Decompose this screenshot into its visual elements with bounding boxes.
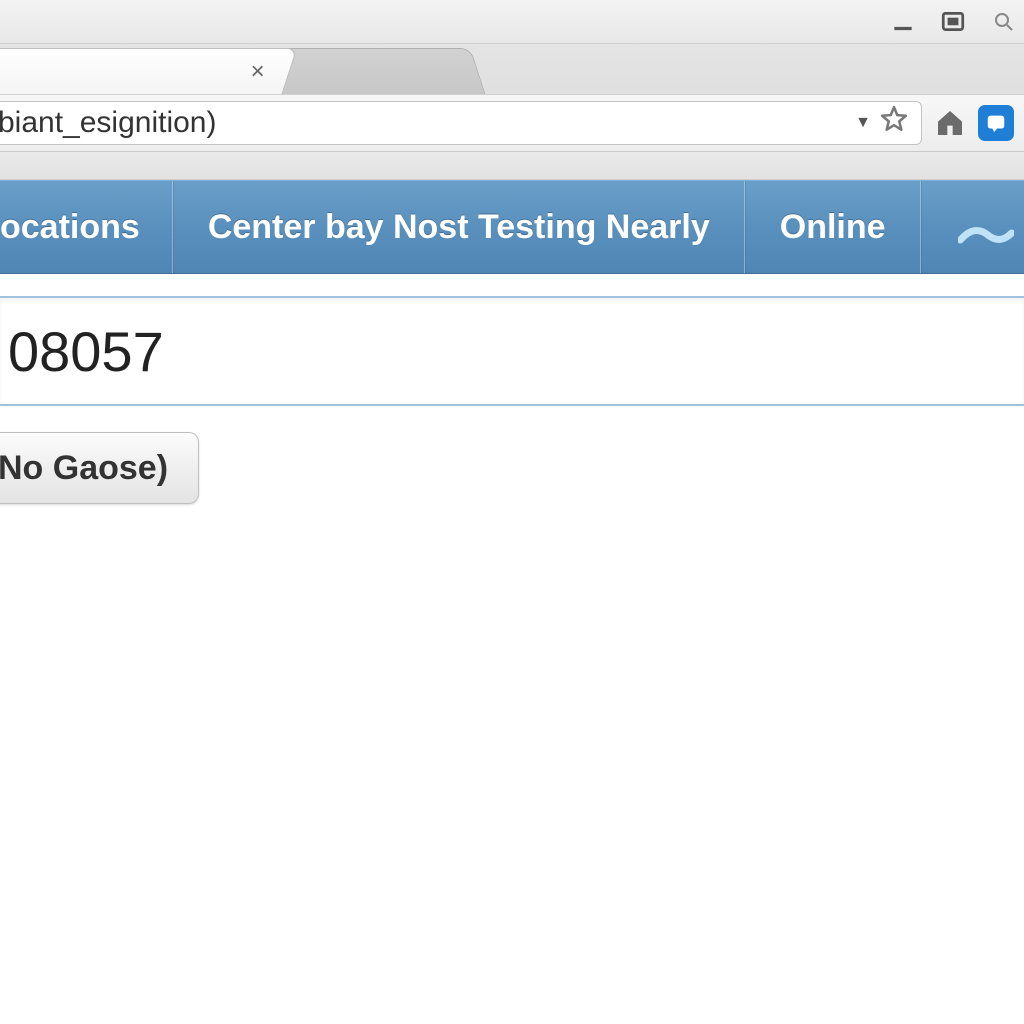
button-row: No Gaose) [0,406,1024,504]
wave-icon [958,216,1014,250]
tab-strip: × [0,44,1024,94]
toolbar-shadow [0,152,1024,180]
window-maximize-icon[interactable] [938,7,968,37]
browser-tab-active[interactable]: × [0,48,297,94]
window-minimize-icon[interactable] [890,9,916,35]
tab-close-icon[interactable]: × [245,58,271,86]
browser-chrome: × biant_esignition) ▼ [0,44,1024,180]
omnibox-dropdown-icon[interactable]: ▼ [851,114,879,132]
main-search-input[interactable] [0,296,1024,406]
system-titlebar [0,0,1024,44]
address-bar[interactable]: biant_esignition) ▼ [0,101,922,145]
address-bar-text: biant_esignition) [0,106,851,140]
nav-item-more[interactable] [921,181,1024,273]
main-navbar: ocations Center bay Nost Testing Nearly … [0,180,1024,274]
home-icon[interactable] [932,105,968,141]
nav-item-locations[interactable]: ocations [0,181,173,273]
nav-item-center-bay[interactable]: Center bay Nost Testing Nearly [173,181,745,273]
bookmark-star-icon[interactable] [879,104,909,142]
page-content: ocations Center bay Nost Testing Nearly … [0,180,1024,504]
extension-icon[interactable] [978,105,1014,141]
nav-item-label: ocations [0,208,140,247]
nav-item-online[interactable]: Online [745,181,921,273]
nav-item-label: Online [780,208,886,247]
search-input-container [0,274,1024,406]
browser-toolbar: biant_esignition) ▼ [0,94,1024,152]
nav-item-label: Center bay Nost Testing Nearly [208,208,710,247]
no-gaose-button[interactable]: No Gaose) [0,432,199,504]
system-search-icon[interactable] [990,8,1018,36]
